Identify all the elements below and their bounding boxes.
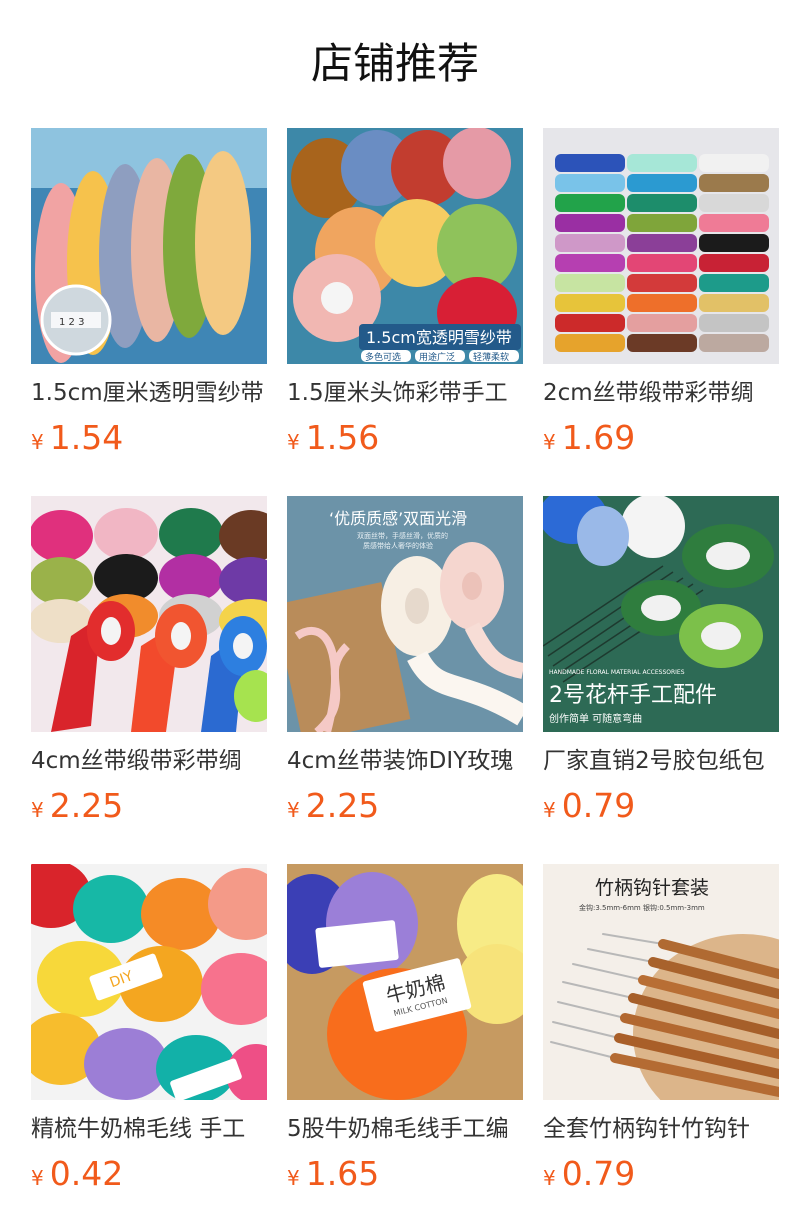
price-amount: 1.69	[561, 418, 636, 457]
currency-symbol: ¥	[287, 430, 300, 454]
price-amount: 0.42	[49, 1154, 124, 1193]
product-card[interactable]: 竹柄钩针套装 金钩:3.5mm-6mm 银钩:0.5mm-3mm 全套竹柄钩针竹…	[543, 864, 779, 1208]
currency-symbol: ¥	[543, 798, 556, 822]
satin-ribbon-stack-illustration	[543, 128, 779, 364]
product-price: ¥2.25	[31, 786, 267, 826]
wide-satin-ribbon-illustration	[31, 496, 267, 732]
banner-text: 1.5cm宽透明雪纱带	[366, 328, 512, 347]
price-amount: 0.79	[561, 786, 636, 825]
image-spec: 金钩:3.5mm-6mm 银钩:0.5mm-3mm	[579, 903, 705, 912]
product-image[interactable]: 竹柄钩针套装 金钩:3.5mm-6mm 银钩:0.5mm-3mm	[543, 864, 779, 1100]
price-amount: 2.25	[49, 786, 124, 825]
product-name[interactable]: 4cm丝带缎带彩带绸	[31, 745, 267, 777]
currency-symbol: ¥	[31, 798, 44, 822]
product-price: ¥0.79	[543, 786, 779, 826]
product-price: ¥0.42	[31, 1154, 267, 1194]
currency-symbol: ¥	[287, 1166, 300, 1190]
image-headline: 2号花杆手工配件	[549, 683, 717, 708]
currency-symbol: ¥	[31, 430, 44, 454]
image-headline: 竹柄钩针套装	[595, 877, 709, 899]
product-price: ¥1.56	[287, 418, 523, 458]
product-image[interactable]: ‘优质质感’双面光滑 双面丝带，手感丝滑，优质的 质感带给人奢华的体验	[287, 496, 523, 732]
product-price: ¥2.25	[287, 786, 523, 826]
image-subline: 双面丝带，手感丝滑，优质的	[357, 531, 448, 540]
image-subline: 创作简单 可随意弯曲	[549, 712, 642, 725]
image-small-caption: HANDMADE FLORAL MATERIAL ACCESSORIES	[549, 669, 685, 676]
product-image[interactable]: HANDMADE FLORAL MATERIAL ACCESSORIES 2号花…	[543, 496, 779, 732]
milk-cotton-yarn-illustration: 牛奶棉 MILK COTTON	[287, 864, 523, 1100]
product-name[interactable]: 全套竹柄钩针竹钩针	[543, 1113, 779, 1145]
feature-tag: 轻薄柔软	[473, 351, 509, 363]
product-name[interactable]: 精梳牛奶棉毛线 手工	[31, 1113, 267, 1145]
ribbon-spools-illustration: 1.5cm宽透明雪纱带 多色可选 用途广泛 轻薄柔软	[287, 128, 523, 364]
product-card[interactable]: 1.5cm宽透明雪纱带 多色可选 用途广泛 轻薄柔软 1.5厘米头饰彩带手工 ¥…	[287, 128, 523, 472]
product-card[interactable]: DIY 精梳牛奶棉毛线 手工 ¥0.42	[31, 864, 267, 1208]
image-subline: 质感带给人奢华的体验	[363, 541, 433, 550]
currency-symbol: ¥	[543, 430, 556, 454]
price-amount: 0.79	[561, 1154, 636, 1193]
product-image[interactable]: 1.5cm宽透明雪纱带 多色可选 用途广泛 轻薄柔软	[287, 128, 523, 364]
price-amount: 2.25	[305, 786, 380, 825]
product-image[interactable]: 1 2 3	[31, 128, 267, 364]
floral-tape-illustration: HANDMADE FLORAL MATERIAL ACCESSORIES 2号花…	[543, 496, 779, 732]
currency-symbol: ¥	[31, 1166, 44, 1190]
price-amount: 1.54	[49, 418, 124, 457]
product-name[interactable]: 厂家直销2号胶包纸包	[543, 745, 779, 777]
product-name[interactable]: 5股牛奶棉毛线手工编	[287, 1113, 523, 1145]
feature-tag: 用途广泛	[419, 351, 455, 363]
product-name[interactable]: 2cm丝带缎带彩带绸	[543, 377, 779, 409]
bamboo-crochet-hooks-illustration: 竹柄钩针套装 金钩:3.5mm-6mm 银钩:0.5mm-3mm	[543, 864, 779, 1100]
ruler-marks-text: 1 2 3	[59, 317, 84, 328]
product-card[interactable]: HANDMADE FLORAL MATERIAL ACCESSORIES 2号花…	[543, 496, 779, 840]
price-amount: 1.56	[305, 418, 380, 457]
product-image[interactable]	[543, 128, 779, 364]
product-price: ¥1.69	[543, 418, 779, 458]
product-name[interactable]: 4cm丝带装饰DIY玫瑰	[287, 745, 523, 777]
price-amount: 1.65	[305, 1154, 380, 1193]
product-card[interactable]: ‘优质质感’双面光滑 双面丝带，手感丝滑，优质的 质感带给人奢华的体验 4cm丝…	[287, 496, 523, 840]
section-title: 店铺推荐	[310, 39, 479, 88]
feature-tag: 多色可选	[365, 351, 401, 363]
product-card[interactable]: 1 2 3 1.5cm厘米透明雪纱带 ¥1.54	[31, 128, 267, 472]
product-price: ¥1.65	[287, 1154, 523, 1194]
yarn-balls-illustration: DIY	[31, 864, 267, 1100]
currency-symbol: ¥	[543, 1166, 556, 1190]
product-price: ¥0.79	[543, 1154, 779, 1194]
ribbon-rolls-illustration: 1 2 3	[31, 128, 267, 364]
image-headline: ‘优质质感’双面光滑	[329, 509, 467, 528]
product-name[interactable]: 1.5厘米头饰彩带手工	[287, 377, 523, 409]
product-card[interactable]: 4cm丝带缎带彩带绸 ¥2.25	[31, 496, 267, 840]
product-card[interactable]: 牛奶棉 MILK COTTON 5股牛奶棉毛线手工编 ¥1.65	[287, 864, 523, 1208]
currency-symbol: ¥	[287, 798, 300, 822]
product-price: ¥1.54	[31, 418, 267, 458]
pastel-ribbon-gift-illustration: ‘优质质感’双面光滑 双面丝带，手感丝滑，优质的 质感带给人奢华的体验	[287, 496, 523, 732]
product-card[interactable]: 2cm丝带缎带彩带绸 ¥1.69	[543, 128, 779, 472]
store-recommendation-page: 店铺推荐 1 2 3 1.5cm厘米透明雪纱带 ¥ 1.54 1.5cm宽透明雪…	[0, 0, 790, 1232]
product-name[interactable]: 1.5cm厘米透明雪纱带	[31, 377, 267, 409]
product-image[interactable]	[31, 496, 267, 732]
product-grid: 1 2 3 1.5cm厘米透明雪纱带 ¥1.54 1.5cm宽透明雪纱带 多色可…	[31, 128, 779, 1208]
product-image[interactable]: DIY	[31, 864, 267, 1100]
product-image[interactable]: 牛奶棉 MILK COTTON	[287, 864, 523, 1100]
